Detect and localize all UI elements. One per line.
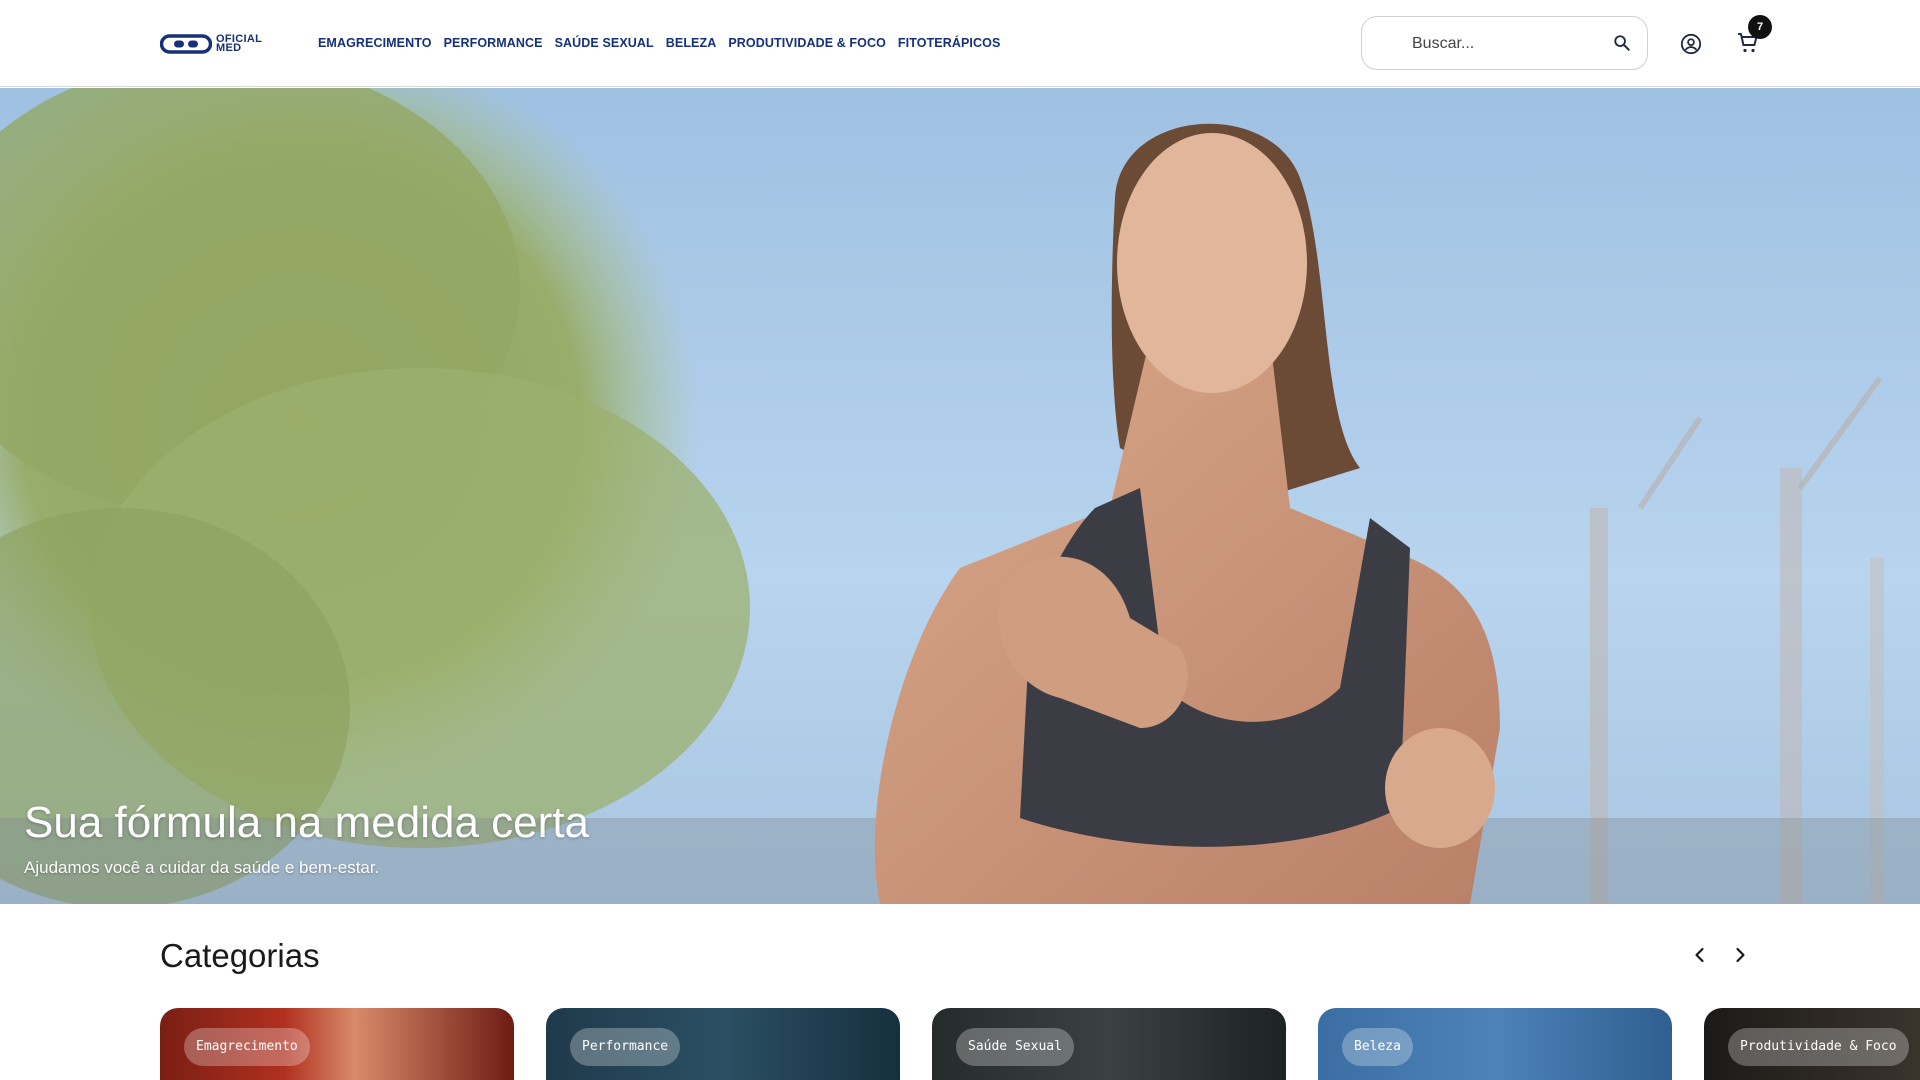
category-chip: Saúde Sexual [956, 1028, 1074, 1066]
hero-banner: Sua fórmula na medida certa Ajudamos voc… [0, 88, 1920, 904]
nav-emagrecimento[interactable]: EMAGRECIMENTO [318, 36, 432, 50]
nav-performance[interactable]: PERFORMANCE [444, 36, 543, 50]
category-card-performance[interactable]: Performance [546, 1008, 900, 1080]
category-card-produtividade-foco[interactable]: Produtividade & Foco [1704, 1008, 1920, 1080]
logo-mark-icon [160, 34, 212, 54]
nav-saude-sexual[interactable]: SAÚDE SEXUAL [555, 36, 654, 50]
account-icon[interactable] [1680, 33, 1702, 55]
nav-fitoterapicos[interactable]: FITOTERÁPICOS [898, 36, 1000, 50]
search-box [1361, 16, 1648, 70]
search-icon[interactable] [1613, 34, 1631, 52]
category-card-saude-sexual[interactable]: Saúde Sexual [932, 1008, 1286, 1080]
categories-carousel: Emagrecimento Performance Saúde Sexual B… [160, 1008, 1920, 1080]
nav-produtividade-foco[interactable]: PRODUTIVIDADE & FOCO [728, 36, 886, 50]
hero-subtitle: Ajudamos você a cuidar da saúde e bem-es… [24, 858, 380, 877]
category-card-emagrecimento[interactable]: Emagrecimento [160, 1008, 514, 1080]
category-chip: Beleza [1342, 1028, 1413, 1066]
main-nav: EMAGRECIMENTO PERFORMANCE SAÚDE SEXUAL B… [318, 36, 1000, 50]
hero-title: Sua fórmula na medida certa [24, 798, 589, 847]
site-header: OFICIAL MED EMAGRECIMENTO PERFORMANCE SA… [0, 0, 1920, 87]
cart-count-badge: 7 [1748, 15, 1772, 39]
logo-text: OFICIAL MED [216, 34, 262, 54]
logo-link[interactable]: OFICIAL MED [160, 33, 262, 55]
search-input[interactable] [1410, 33, 1594, 55]
nav-beleza[interactable]: BELEZA [666, 36, 717, 50]
categories-title: Categorias [160, 937, 320, 974]
category-chip: Performance [570, 1028, 681, 1066]
carousel-next-icon[interactable] [1728, 943, 1752, 967]
logo-text-line2: MED [216, 42, 242, 54]
carousel-prev-icon[interactable] [1688, 943, 1712, 967]
category-card-beleza[interactable]: Beleza [1318, 1008, 1672, 1080]
category-chip: Produtividade & Foco [1728, 1028, 1909, 1066]
hero-image [0, 88, 1920, 904]
category-chip: Emagrecimento [184, 1028, 310, 1066]
